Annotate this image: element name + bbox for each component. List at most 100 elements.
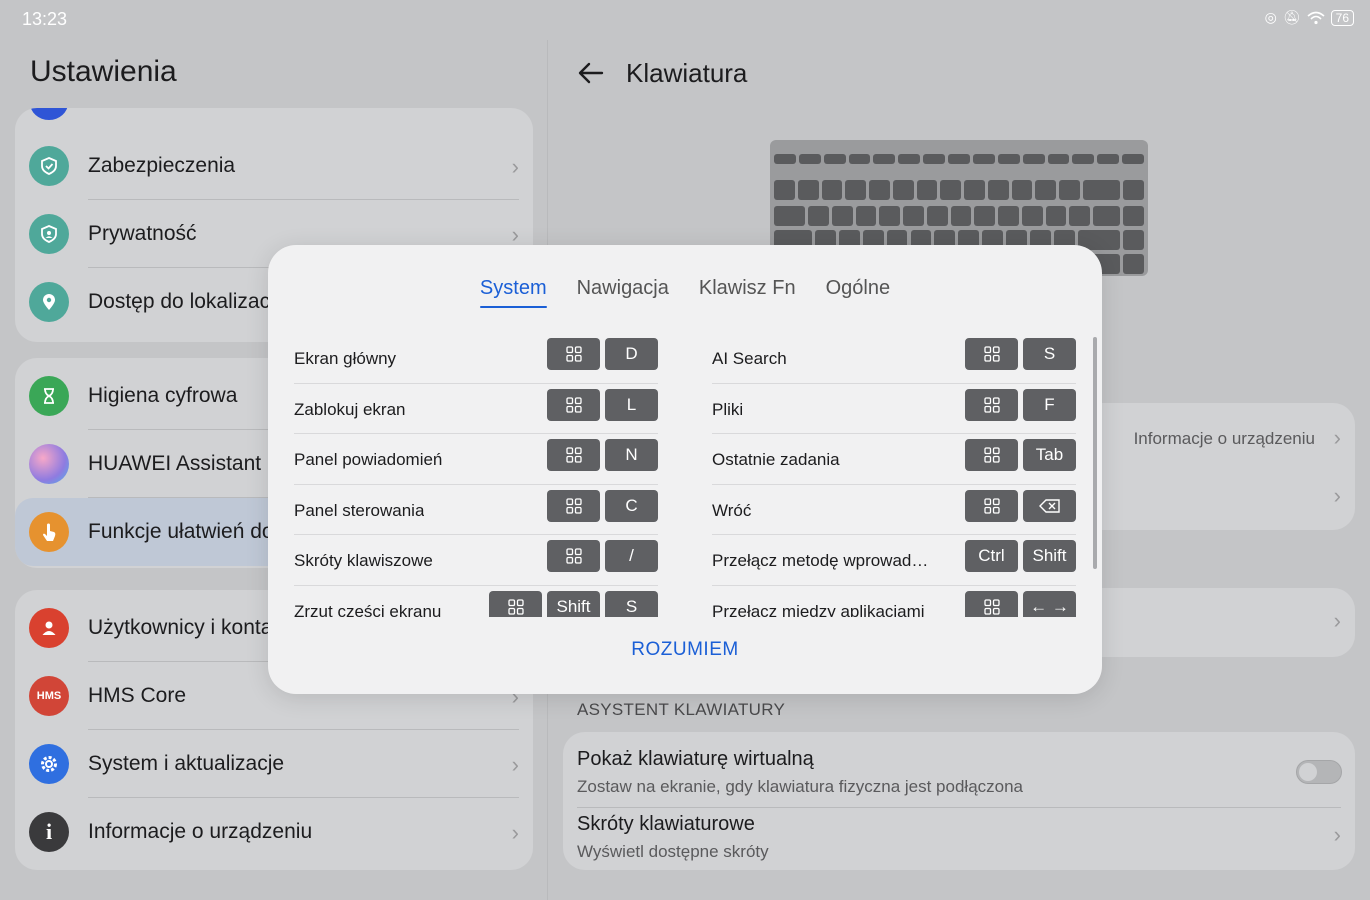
shortcut-keys [965,489,1076,522]
windows-key-icon [965,338,1018,370]
virtual-keyboard-toggle[interactable] [1296,760,1342,784]
settings-item[interactable]: i Informacje o urządzeniu › [15,798,533,866]
key-label: C [605,489,658,522]
chevron-right-icon: › [1333,822,1341,847]
keyboard-key-shape [848,154,871,164]
keyboard-key-shape [774,206,806,226]
chevron-right-icon: › [511,820,519,845]
virtual-keyboard-title: Pokaż klawiaturę wirtualną [577,748,814,770]
keyboard-key-shape [926,206,948,226]
windows-key-icon [547,388,600,421]
shortcut-row: Zablokuj ekran L [294,384,658,434]
tab-ogólne[interactable]: Ogólne [826,277,891,308]
keyboard-key-shape [873,154,896,164]
chevron-right-icon[interactable]: › [1334,483,1341,509]
keyboard-key-shape [1045,206,1067,226]
key-label: L [605,388,658,421]
windows-key-icon [547,338,600,370]
keyboard-key-shape [1035,180,1057,200]
back-arrow-icon[interactable] [576,58,606,96]
keyboard-key-shape [821,180,843,200]
section-label-keyboard-assistant: ASYSTENT KLAWIATURY [577,700,786,719]
keyboard-key-shape [950,206,972,226]
shortcut-row: Wróć [712,485,1076,535]
shortcut-name: Wróć [712,500,752,520]
shortcut-row: Skróty klawiszowe / [294,535,658,586]
shortcut-row: Panel powiadomień N [294,434,658,485]
keyboard-key-shape [987,180,1009,200]
keyboard-key-shape [998,206,1019,226]
info-icon: i [29,812,69,852]
settings-item[interactable]: System i aktualizacje › [15,730,533,798]
key-label: D [605,338,658,370]
keyboard-key-shape [845,180,867,200]
keyboard-key-shape [1082,180,1121,200]
keyboard-shortcuts-title[interactable]: Skróty klawiaturowe [577,813,755,836]
hourglass-icon [29,376,69,416]
key-label: Ctrl [965,540,1018,572]
windows-key-icon [489,590,542,617]
keyboard-key-shape [797,180,819,200]
chevron-right-icon: › [511,752,519,777]
keyboard-key-shape [948,154,970,164]
divider [577,807,1341,808]
chevron-right-icon: › [511,154,519,179]
settings-item[interactable]: Zabezpieczenia › [15,132,533,200]
nfc-icon: ◎ [1264,9,1277,25]
keyboard-key-shape [798,154,821,164]
shortcut-row: Przełącz między aplikacjami ← → [712,586,1076,617]
shortcut-name: Ostatnie zadania [712,450,840,469]
shortcut-row: Panel sterowania C [294,485,658,535]
status-icons: ◎ 🔕︎ 76 [1265,9,1354,26]
keyboard-key-shape [879,206,901,226]
windows-key-icon [965,388,1018,421]
keyboard-key-shape [823,154,846,164]
keyboard-key-shape [869,180,890,200]
shortcut-name: Przełącz metodę wprowad… [712,551,929,570]
settings-item-label: Zabezpieczenia [88,154,236,177]
shortcut-tabs: System Nawigacja Klawisz Fn Ogólne [268,277,1102,308]
keyboard-assistant-card: Pokaż klawiaturę wirtualną Zostaw na ekr… [563,732,1355,870]
keyboard-key-shape [892,180,914,200]
keyboard-key-shape [1122,154,1144,164]
shortcut-name: Panel powiadomień [294,450,443,469]
shortcuts-dialog: System Nawigacja Klawisz Fn Ogólne Ekran gł… [268,245,1102,694]
shortcut-keys: ← → [965,590,1076,617]
settings-item-label: Informacje o urządzeniu [88,820,313,843]
keyboard-key-shape [1122,254,1144,274]
shortcut-list[interactable]: Ekran główny D Zablokuj ekran L Panel powiad… [268,333,1102,617]
keyboard-key-shape [972,154,995,164]
windows-key-icon [547,489,600,522]
settings-item-label: System i aktualizacje [88,752,285,775]
hand-icon [29,512,69,552]
key-label: S [605,590,658,617]
tab-system[interactable]: System [479,277,547,308]
windows-key-icon [965,439,1018,471]
device-info-link[interactable]: Informacje o urządzeniu [1134,429,1315,449]
keyboard-key-shape [903,206,924,226]
keyboard-key-shape [1021,206,1043,226]
scrollbar[interactable] [1093,337,1097,569]
shortcut-column-left: Ekran główny D Zablokuj ekran L Panel powiad… [294,333,658,617]
key-label: S [1023,338,1076,370]
confirm-button[interactable]: ROZUMIEM [268,639,1102,661]
shortcut-row: Pliki F [712,384,1076,434]
wifi-icon [1307,11,1325,24]
status-bar: 13:23 ◎ 🔕︎ 76 [0,0,1370,40]
shortcut-row: Zrzut części ekranu Shift S [294,586,658,617]
keyboard-key-shape [774,180,795,200]
settings-item-label: Higiena cyfrowa [88,384,238,407]
chevron-right-icon: › [1333,425,1341,450]
shortcut-row: Przełącz metodę wprowad… Ctrl Shift [712,535,1076,586]
key-label: Shift [547,590,600,617]
tab-nawigacja[interactable]: Nawigacja [577,277,669,308]
shortcut-name: Pliki [712,399,744,419]
tab-klawisz-fn[interactable]: Klawisz Fn [699,277,796,308]
key-label: ← → [1023,590,1076,617]
hms-icon: HMS [29,676,69,716]
keyboard-page-title: Klawiatura [626,58,748,88]
key-label: Tab [1023,439,1076,471]
shortcut-keys: F [965,388,1076,421]
settings-item-label: Dostęp do lokalizacji [88,290,280,313]
key-label: N [605,439,658,471]
